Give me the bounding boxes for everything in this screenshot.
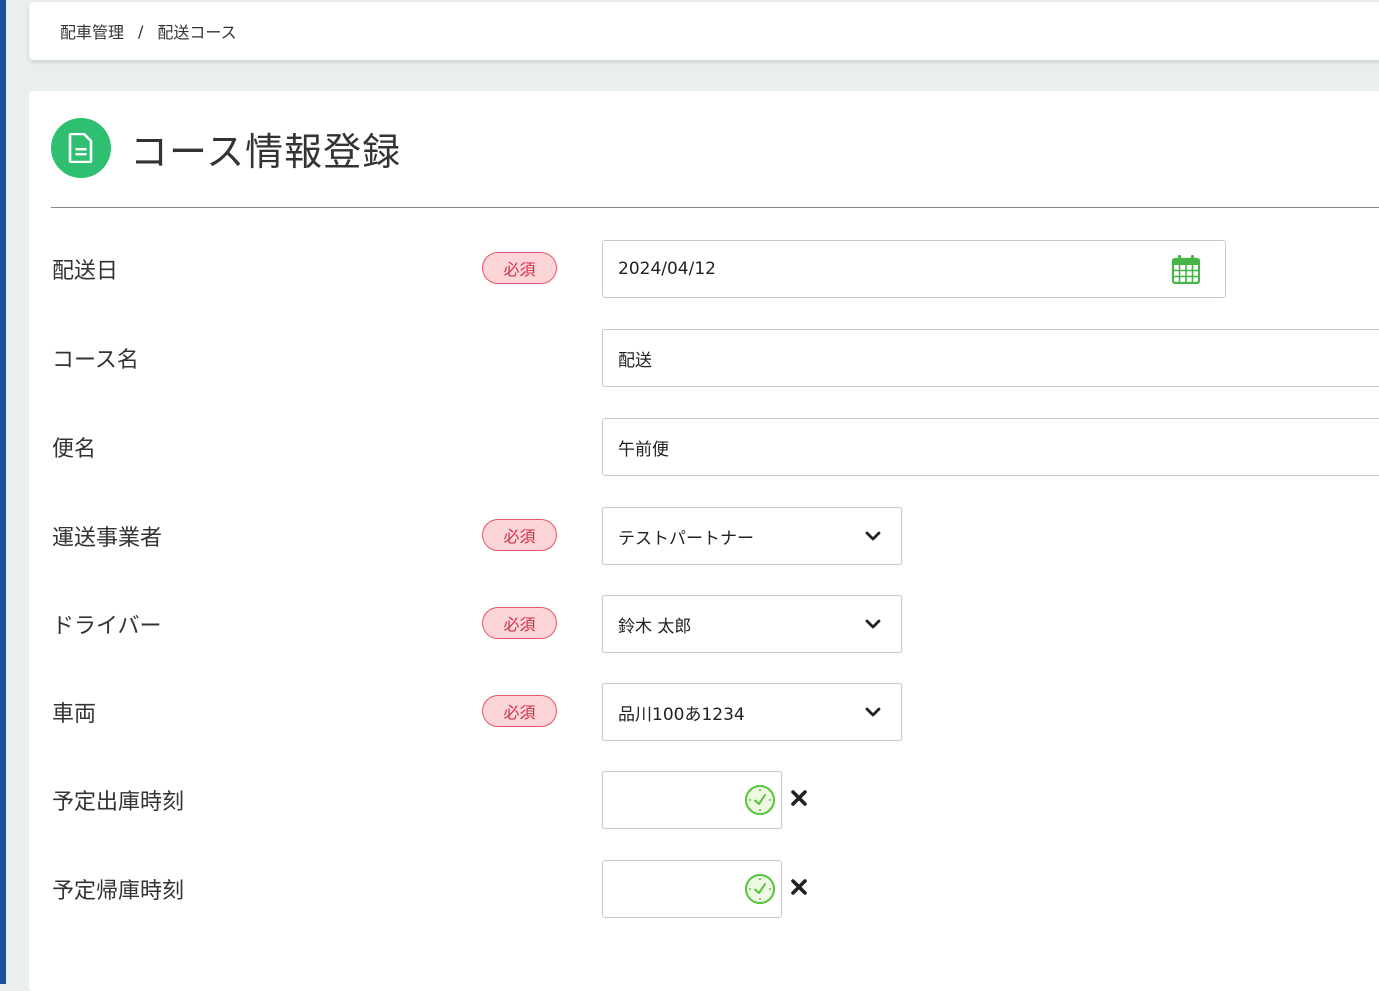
required-badge: 必須 xyxy=(482,695,557,727)
vehicle-label: 車両 xyxy=(52,702,97,727)
document-icon xyxy=(51,118,111,178)
required-badge: 必須 xyxy=(482,252,557,284)
flight-name-value: 午前便 xyxy=(618,439,669,460)
row-carrier: 運送事業者 必須 テストパートナー xyxy=(29,507,1379,565)
card-header: コース情報登録 xyxy=(51,118,401,178)
course-name-label: コース名 xyxy=(52,348,139,373)
required-badge: 必須 xyxy=(482,607,557,639)
vehicle-select[interactable]: 品川100あ1234 xyxy=(602,683,902,741)
row-course-name: コース名 配送 xyxy=(29,329,1379,387)
vehicle-value: 品川100あ1234 xyxy=(618,704,745,725)
left-rail xyxy=(0,0,6,984)
departure-time-label: 予定出庫時刻 xyxy=(52,790,185,815)
row-vehicle: 車両 必須 品川100あ1234 xyxy=(29,683,1379,741)
row-delivery-date: 配送日 必須 2024/04/12 xyxy=(29,240,1379,298)
header-divider xyxy=(51,207,1379,208)
breadcrumb-parent-link[interactable]: 配車管理 xyxy=(60,19,124,43)
chevron-down-icon xyxy=(865,618,881,630)
delivery-date-label: 配送日 xyxy=(52,259,119,284)
clear-departure-time-button[interactable] xyxy=(789,786,809,810)
delivery-date-value: 2024/04/12 xyxy=(618,259,716,279)
breadcrumb-current: 配送コース xyxy=(157,23,237,42)
breadcrumb: 配車管理 / 配送コース xyxy=(29,2,1379,60)
course-name-input[interactable]: 配送 xyxy=(602,329,1379,387)
return-time-label: 予定帰庫時刻 xyxy=(52,879,185,904)
course-name-value: 配送 xyxy=(618,350,652,371)
row-flight-name: 便名 午前便 xyxy=(29,418,1379,476)
chevron-down-icon xyxy=(865,530,881,542)
driver-select[interactable]: 鈴木 太郎 xyxy=(602,595,902,653)
carrier-value: テストパートナー xyxy=(618,528,754,549)
return-time-input[interactable] xyxy=(602,860,782,918)
form-card: コース情報登録 配送日 必須 2024/04/12 コース名 配送 便名 午前便… xyxy=(29,91,1379,991)
required-badge: 必須 xyxy=(482,519,557,551)
clock-icon[interactable] xyxy=(744,873,776,905)
close-icon xyxy=(791,879,807,895)
clear-return-time-button[interactable] xyxy=(789,875,809,899)
carrier-select[interactable]: テストパートナー xyxy=(602,507,902,565)
departure-time-input[interactable] xyxy=(602,771,782,829)
delivery-date-input[interactable]: 2024/04/12 xyxy=(602,240,1226,298)
clock-icon[interactable] xyxy=(744,784,776,816)
row-return-time: 予定帰庫時刻 xyxy=(29,860,1379,918)
close-icon xyxy=(791,790,807,806)
flight-name-input[interactable]: 午前便 xyxy=(602,418,1379,476)
driver-value: 鈴木 太郎 xyxy=(618,616,692,637)
driver-label: ドライバー xyxy=(52,614,162,639)
flight-name-label: 便名 xyxy=(52,437,97,462)
page-title: コース情報登録 xyxy=(130,129,402,174)
row-driver: ドライバー 必須 鈴木 太郎 xyxy=(29,595,1379,653)
chevron-down-icon xyxy=(865,706,881,718)
calendar-icon[interactable] xyxy=(1171,254,1201,284)
row-departure-time: 予定出庫時刻 xyxy=(29,771,1379,829)
carrier-label: 運送事業者 xyxy=(52,526,163,551)
breadcrumb-separator: / xyxy=(138,21,144,41)
